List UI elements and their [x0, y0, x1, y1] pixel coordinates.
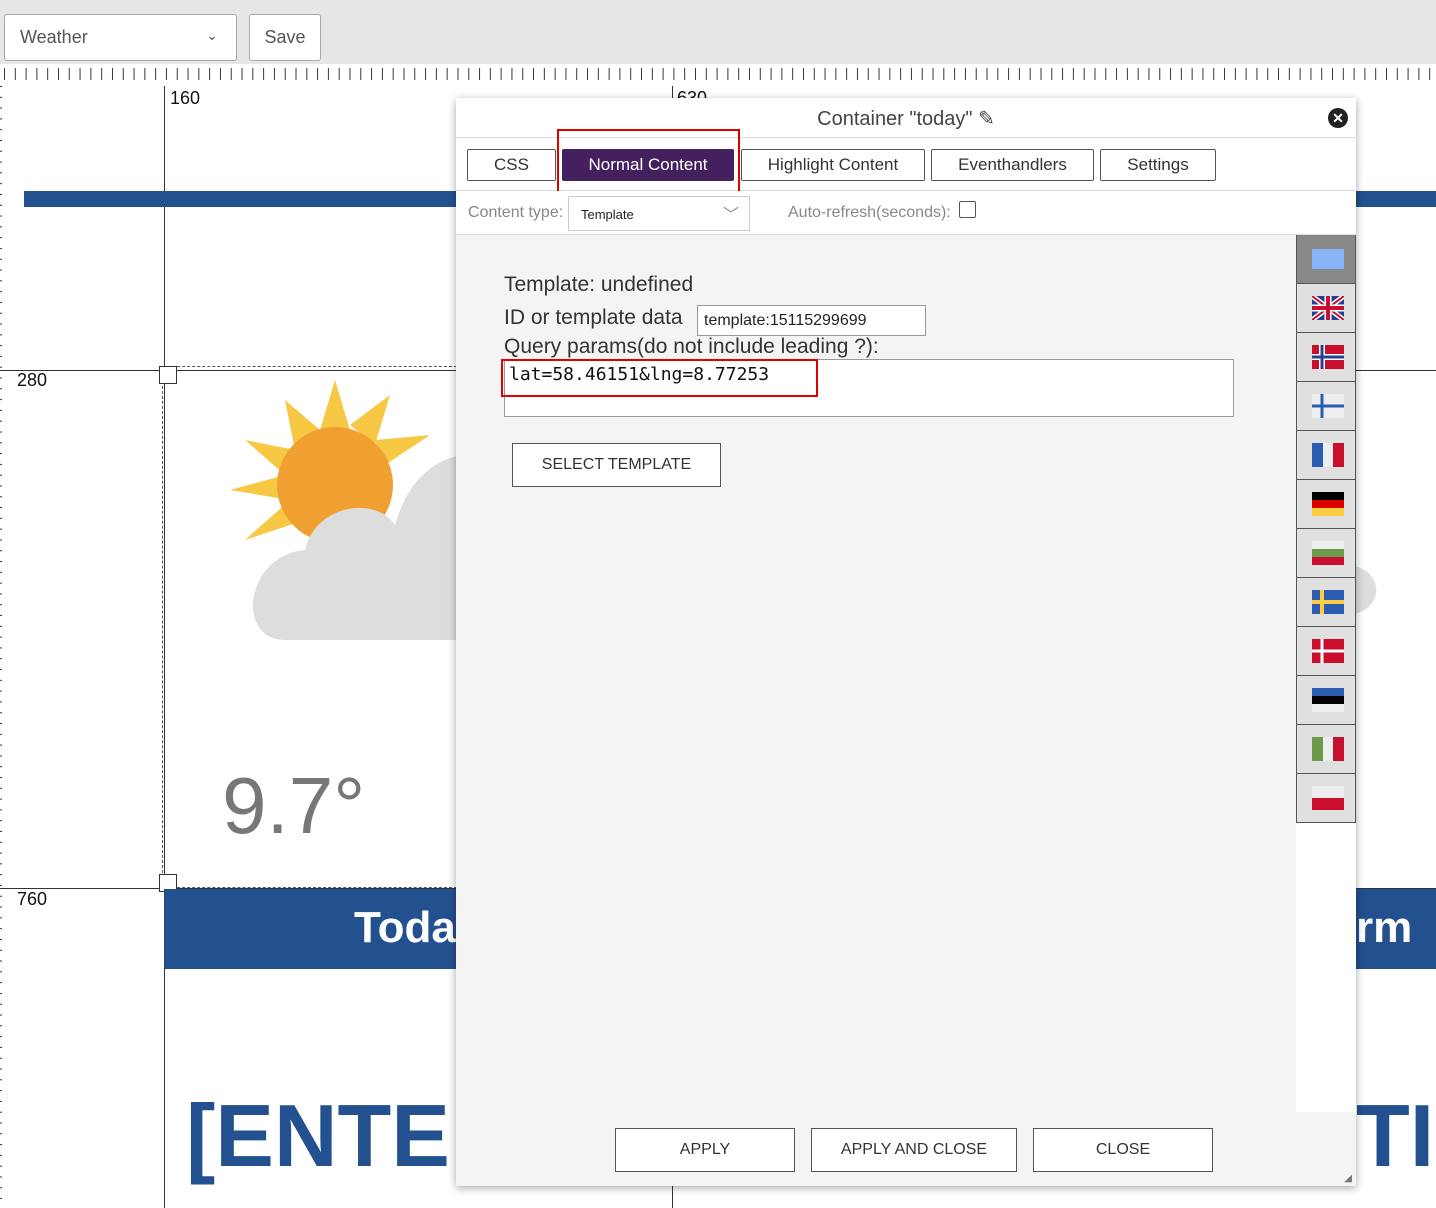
horizontal-ruler — [0, 64, 1436, 86]
chevron-down-icon: ⌄ — [206, 27, 218, 43]
select-template-button[interactable]: SELECT TEMPLATE — [512, 443, 721, 487]
language-bg[interactable] — [1296, 529, 1356, 578]
resize-handle[interactable] — [159, 366, 177, 384]
language-de[interactable] — [1296, 480, 1356, 529]
close-button[interactable]: CLOSE — [1033, 1128, 1213, 1172]
tab-highlight-content[interactable]: Highlight Content — [741, 149, 925, 181]
banner-text: Toda — [354, 903, 456, 952]
autorefresh-checkbox[interactable] — [959, 201, 976, 218]
container-dialog: Container "today" ✎ ✕ CSS Normal Content… — [456, 98, 1356, 1186]
banner-text: rm — [1356, 903, 1413, 952]
temperature: 9.7° — [222, 761, 366, 850]
content-type-select[interactable]: Template ﹀ — [568, 196, 750, 231]
germany-flag-icon — [1312, 492, 1344, 516]
denmark-flag-icon — [1312, 639, 1344, 663]
language-ee[interactable] — [1296, 676, 1356, 725]
content-type-row: Content type: Template ﹀ Auto-refresh(sec… — [456, 191, 1356, 235]
content-type-label: Content type: — [468, 204, 564, 221]
tab-settings[interactable]: Settings — [1100, 149, 1216, 181]
italy-flag-icon — [1312, 737, 1344, 761]
tab-eventhandlers[interactable]: Eventhandlers — [931, 149, 1094, 181]
poland-flag-icon — [1312, 786, 1344, 810]
finland-flag-icon — [1312, 394, 1344, 418]
tab-css[interactable]: CSS — [467, 149, 556, 181]
language-se[interactable] — [1296, 578, 1356, 627]
uk-flag-icon — [1312, 296, 1344, 320]
template-label: Template: undefined — [504, 273, 694, 296]
language-gb[interactable] — [1296, 284, 1356, 333]
norway-flag-icon — [1312, 345, 1344, 369]
language-fr[interactable] — [1296, 431, 1356, 480]
language-pl[interactable] — [1296, 774, 1356, 823]
sweden-flag-icon — [1312, 590, 1344, 614]
pencil-icon[interactable]: ✎ — [973, 108, 995, 130]
save-button[interactable]: Save — [249, 14, 321, 61]
ruler-label: 280 — [17, 370, 48, 390]
id-input[interactable]: template:15115299699 — [697, 305, 926, 336]
partly-cloudy-icon — [230, 380, 465, 640]
query-label: Query params(do not include leading ?): — [504, 335, 879, 358]
france-flag-icon — [1312, 443, 1344, 467]
dashboard-select[interactable]: Weather ⌄ — [4, 14, 237, 61]
ruler-label: 760 — [17, 889, 48, 909]
language-it[interactable] — [1296, 725, 1356, 774]
id-label: ID or template data — [504, 306, 683, 329]
language-bar — [1296, 235, 1356, 1112]
placeholder-text: TI — [1356, 1086, 1435, 1185]
dialog-title-text: Container "today" — [817, 108, 973, 130]
language-fi[interactable] — [1296, 382, 1356, 431]
language-dk[interactable] — [1296, 627, 1356, 676]
apply-and-close-button[interactable]: APPLY AND CLOSE — [811, 1128, 1017, 1172]
highlight-box — [501, 359, 818, 397]
ruler-label: 160 — [170, 88, 201, 108]
language-un[interactable] — [1296, 235, 1356, 284]
autorefresh-label: Auto-refresh(seconds): — [788, 204, 951, 221]
un-flag-icon — [1312, 249, 1344, 269]
bulgaria-flag-icon — [1312, 541, 1344, 565]
dashboard-select-value: Weather — [20, 27, 88, 47]
estonia-flag-icon — [1312, 688, 1344, 712]
highlight-box — [557, 129, 740, 199]
placeholder-text: [ENTE — [186, 1086, 450, 1185]
close-icon[interactable]: ✕ — [1328, 108, 1348, 128]
vertical-ruler — [0, 86, 10, 1208]
language-no[interactable] — [1296, 333, 1356, 382]
apply-button[interactable]: APPLY — [615, 1128, 795, 1172]
resize-grip-icon[interactable]: ◢ — [1344, 1173, 1352, 1184]
content-type-value: Template — [581, 207, 634, 222]
chevron-down-icon: ﹀ — [722, 207, 739, 224]
